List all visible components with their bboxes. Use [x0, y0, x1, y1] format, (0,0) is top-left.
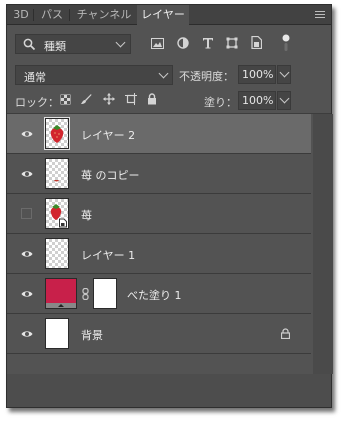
blend-mode-value: 通常: [24, 71, 46, 84]
lock-artboard-icon[interactable]: [125, 93, 137, 105]
fill-dropdown[interactable]: [277, 91, 291, 110]
visibility-toggle-off[interactable]: [21, 208, 32, 219]
filter-kind-select[interactable]: 種類: [15, 34, 131, 54]
layer-name[interactable]: べた塗り 1: [127, 287, 182, 303]
layer-name[interactable]: 苺 のコピー: [81, 167, 140, 183]
layer-name[interactable]: 苺: [81, 207, 92, 223]
visibility-eye-icon[interactable]: [21, 248, 33, 260]
swatch-marker-icon: [58, 304, 64, 307]
chevron-down-icon: [115, 37, 126, 48]
smart-object-filter-icon[interactable]: [251, 36, 262, 49]
image-filter-icon[interactable]: [151, 38, 164, 49]
tab-paths[interactable]: パス: [37, 5, 67, 24]
mask-link-icon[interactable]: [82, 288, 89, 300]
tab-divider: [33, 9, 34, 21]
layer-mask-thumbnail[interactable]: [93, 278, 117, 309]
opacity-dropdown[interactable]: [277, 65, 291, 84]
smart-object-badge-icon: [58, 218, 68, 228]
opacity-input[interactable]: 100%: [238, 65, 276, 84]
panel-menu-icon[interactable]: [315, 11, 325, 19]
opacity-label: 不透明度：: [179, 70, 234, 83]
fill-color-swatch[interactable]: [45, 278, 77, 309]
layer-thumbnail[interactable]: [45, 198, 69, 229]
layer-row[interactable]: 苺 のコピー: [7, 154, 311, 194]
lock-position-icon[interactable]: [103, 93, 115, 105]
tab-channels[interactable]: チャンネル: [73, 5, 135, 24]
chevron-down-icon: [279, 93, 290, 104]
lock-transparent-pixels-icon[interactable]: [60, 94, 71, 105]
layer-name[interactable]: 背景: [81, 327, 103, 343]
strawberry-icon: [50, 125, 64, 143]
layer-row[interactable]: 苺: [7, 194, 311, 234]
adjustment-filter-icon[interactable]: [177, 37, 189, 49]
visibility-eye-icon[interactable]: [21, 168, 33, 180]
filter-toggle-icon[interactable]: [281, 34, 291, 52]
layer-row[interactable]: 背景: [7, 314, 311, 354]
visibility-eye-icon[interactable]: [21, 328, 33, 340]
layer-list-empty-area: [7, 374, 331, 407]
layer-thumbnail[interactable]: [45, 318, 69, 349]
search-icon: [23, 38, 36, 51]
layer-row[interactable]: レイヤー 1: [7, 234, 311, 274]
layer-thumbnail[interactable]: [45, 158, 69, 189]
panel-tab-bar: 3D パス チャンネル レイヤー: [7, 5, 331, 25]
fill-input[interactable]: 100%: [238, 91, 276, 110]
lock-label: ロック：: [15, 96, 59, 109]
layer-list-scrollbar[interactable]: [313, 114, 333, 374]
visibility-eye-icon[interactable]: [21, 128, 33, 140]
fill-label: 塗り：: [204, 96, 237, 109]
strawberry-fragment-icon: [54, 180, 59, 182]
lock-all-icon[interactable]: [147, 93, 157, 105]
layer-list: レイヤー 2 苺 のコピー 苺 レイヤー 1 べた塗り 1 背景: [7, 114, 333, 374]
shape-filter-icon[interactable]: [226, 37, 238, 49]
type-filter-icon[interactable]: [202, 37, 214, 49]
tab-divider: [69, 9, 70, 21]
lock-image-pixels-icon[interactable]: [80, 93, 92, 105]
layer-thumbnail[interactable]: [44, 117, 70, 150]
blend-mode-select[interactable]: 通常: [15, 65, 173, 85]
filter-kind-label: 種類: [44, 40, 66, 53]
layer-row[interactable]: べた塗り 1: [7, 274, 311, 314]
tab-layers[interactable]: レイヤー: [137, 5, 189, 25]
visibility-eye-icon[interactable]: [21, 288, 33, 300]
layers-panel: 3D パス チャンネル レイヤー 種類 通常 不透明度： 100% ロック： 塗…: [6, 4, 333, 408]
layer-name[interactable]: レイヤー 2: [81, 127, 135, 143]
lock-icon: [281, 328, 290, 339]
chevron-down-icon: [158, 68, 169, 79]
layer-name[interactable]: レイヤー 1: [81, 247, 135, 263]
layer-row[interactable]: レイヤー 2: [7, 114, 311, 154]
tab-3d[interactable]: 3D: [11, 5, 31, 24]
layer-thumbnail[interactable]: [45, 238, 69, 269]
chevron-down-icon: [279, 67, 290, 78]
